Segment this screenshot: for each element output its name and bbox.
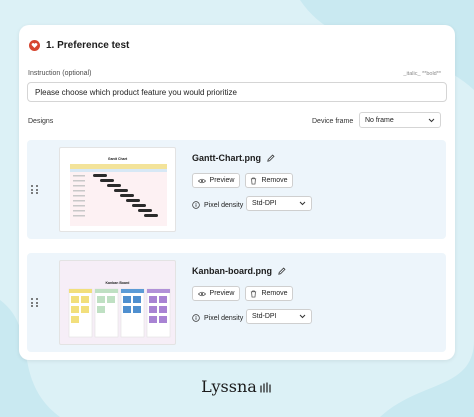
info-icon (192, 201, 200, 209)
pixel-density: Pixel density (192, 314, 243, 322)
preview-label: Preview (209, 177, 235, 184)
filename-text: Kanban-board.png (192, 266, 272, 276)
brand-name: Lyssna (201, 377, 257, 396)
pixel-density-label: Pixel density (204, 314, 244, 322)
preview-button[interactable]: Preview (192, 286, 240, 301)
pixel-density: Pixel density (192, 201, 243, 209)
design-row: Kanban Board Kanban-board.png Preview Re… (27, 253, 446, 352)
chevron-down-icon (428, 118, 435, 122)
remove-button[interactable]: Remove (245, 286, 293, 301)
kanban-thumbnail-graphic (68, 288, 171, 338)
design-thumbnail[interactable]: Gantt Chart (59, 147, 176, 232)
instruction-label: Instruction (optional) (28, 70, 92, 77)
eye-icon (197, 291, 206, 296)
designs-label: Designs (28, 118, 54, 125)
design-row: Gantt Chart Gantt-Chart.png Preview Remo… (27, 140, 446, 239)
eye-icon (197, 178, 206, 183)
device-frame-value: No frame (365, 116, 394, 124)
device-frame-label: Device frame (312, 118, 354, 125)
instruction-input[interactable]: Please choose which product feature you … (27, 82, 447, 102)
heart-icon (29, 40, 40, 51)
pixel-density-value: Std-DPI (252, 313, 277, 320)
info-icon (192, 314, 200, 322)
pixel-density-label: Pixel density (204, 201, 244, 209)
drag-handle-icon[interactable] (31, 298, 39, 308)
remove-button[interactable]: Remove (245, 173, 293, 188)
trash-icon (251, 290, 257, 297)
markdown-hint: _italic_ **bold** (403, 71, 441, 77)
preview-button[interactable]: Preview (192, 173, 240, 188)
gantt-thumbnail-graphic (70, 164, 167, 226)
section-title: 1. Preference test (46, 40, 130, 51)
design-filename: Kanban-board.png (192, 266, 286, 276)
drag-handle-icon[interactable] (31, 185, 39, 195)
remove-label: Remove (261, 290, 288, 297)
pixel-density-select[interactable]: Std-DPI (246, 196, 312, 211)
chevron-down-icon (299, 201, 306, 206)
pencil-icon[interactable] (267, 154, 275, 162)
design-filename: Gantt-Chart.png (192, 153, 275, 163)
section-header: 1. Preference test (29, 40, 129, 51)
trash-icon (251, 177, 257, 184)
device-frame-select[interactable]: No frame (359, 112, 441, 128)
remove-label: Remove (261, 177, 288, 184)
pixel-density-value: Std-DPI (252, 200, 277, 207)
brand-logo: Lyssna (0, 377, 474, 396)
filename-text: Gantt-Chart.png (192, 153, 261, 163)
waves-icon (260, 381, 271, 393)
design-thumbnail[interactable]: Kanban Board (59, 260, 176, 345)
chevron-down-icon (299, 314, 306, 319)
pixel-density-select[interactable]: Std-DPI (246, 309, 312, 324)
pencil-icon[interactable] (278, 267, 286, 275)
preview-label: Preview (209, 290, 235, 297)
preference-test-card: 1. Preference test Instruction (optional… (19, 25, 455, 360)
